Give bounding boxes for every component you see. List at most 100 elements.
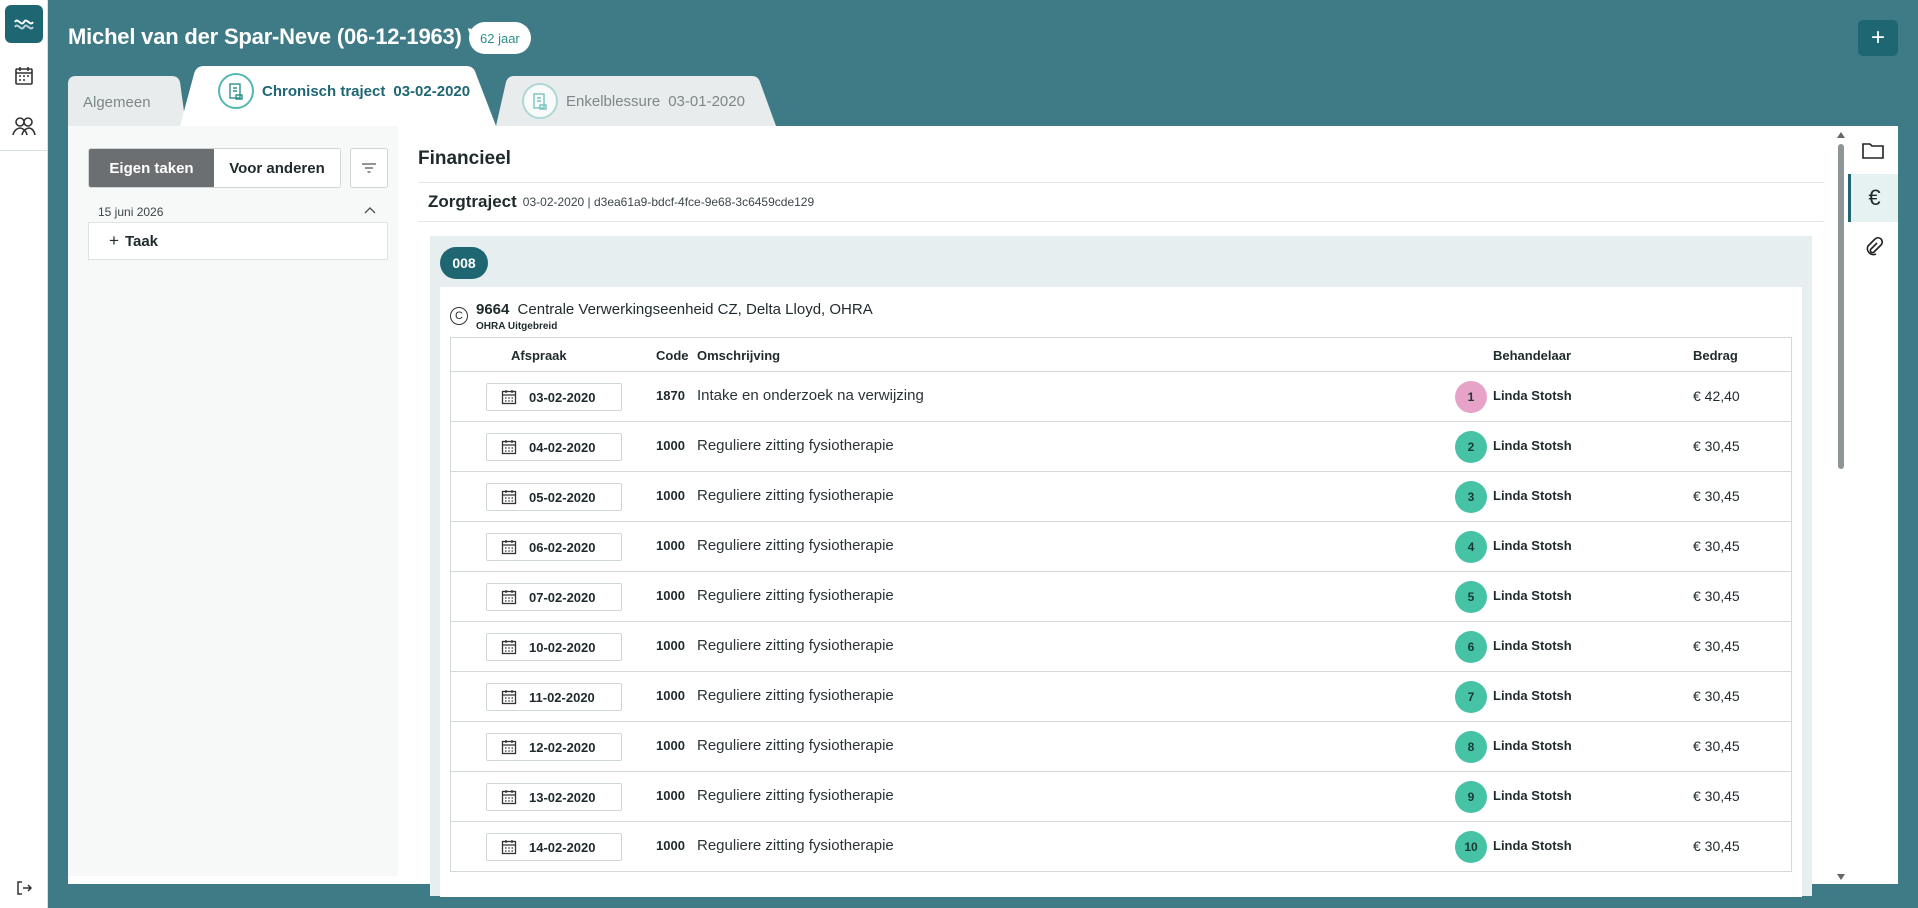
treatment-code: 1000 [656, 638, 685, 653]
treatment-description: Intake en onderzoek na verwijzing [697, 387, 924, 404]
scrollbar-thumb[interactable] [1838, 144, 1844, 469]
document-icon [522, 83, 558, 119]
insurer-plan: OHRA Uitgebreid [476, 321, 558, 332]
table-row: 05-02-2020 1000 Reguliere zitting fysiothe… [451, 472, 1791, 522]
insurer-code: 9664 [476, 301, 510, 318]
tab-enkelblessure[interactable]: Enkelblessure 03-01-2020 [496, 76, 776, 126]
practitioner-name: Linda Stotsh [1493, 788, 1572, 803]
treatment-description: Reguliere zitting fysiotherapie [697, 587, 894, 604]
euro-icon: € [1868, 185, 1881, 210]
treatment-description: Reguliere zitting fysiotherapie [697, 737, 894, 754]
treatment-code: 1000 [656, 838, 685, 853]
folder-button[interactable] [1848, 126, 1898, 174]
appointment-date-button[interactable]: 04-02-2020 [486, 433, 622, 461]
appointment-date-button[interactable]: 03-02-2020 [486, 383, 622, 411]
treatment-code: 1000 [656, 488, 685, 503]
col-afspraak: Afspraak [511, 348, 567, 363]
tasks-panel: Eigen taken Voor anderen 15 juni 2026 + … [68, 126, 398, 876]
copyright-icon: C [450, 307, 468, 325]
calendar-icon [501, 640, 517, 655]
appointment-date-button[interactable]: 12-02-2020 [486, 733, 622, 761]
patients-icon[interactable] [10, 112, 38, 140]
amount: € 30,45 [1693, 538, 1740, 554]
amount: € 42,40 [1693, 388, 1740, 404]
others-tasks-button[interactable]: Voor anderen [214, 149, 340, 187]
group-badge: 008 [440, 247, 488, 279]
attachments-button[interactable] [1848, 222, 1898, 270]
calendar-icon [501, 390, 517, 405]
treatment-description: Reguliere zitting fysiotherapie [697, 837, 894, 854]
table-header: Afspraak Code Omschrijving Behandelaar B… [451, 338, 1791, 372]
filter-button[interactable] [350, 148, 388, 188]
tab-label: Enkelblessure [566, 92, 661, 110]
plus-icon: + [1870, 24, 1885, 51]
amount: € 30,45 [1693, 438, 1740, 454]
appointment-date-button[interactable]: 11-02-2020 [486, 683, 622, 711]
scroll-down-icon [1837, 874, 1845, 880]
tab-chronisch-traject[interactable]: Chronisch traject 03-02-2020 [180, 66, 496, 126]
amount: € 30,45 [1693, 638, 1740, 654]
session-number-badge: 9 [1455, 781, 1487, 813]
add-button[interactable]: + [1858, 20, 1898, 56]
practitioner-name: Linda Stotsh [1493, 538, 1572, 553]
appointment-date-button[interactable]: 13-02-2020 [486, 783, 622, 811]
appointment-date-button[interactable]: 06-02-2020 [486, 533, 622, 561]
col-omschrijving: Omschrijving [697, 348, 781, 363]
session-number-badge: 7 [1455, 681, 1487, 713]
add-task-button[interactable]: + Taak [88, 222, 388, 260]
session-number-badge: 2 [1455, 431, 1487, 463]
treatment-code: 1000 [656, 688, 685, 703]
appointment-date: 13-02-2020 [529, 789, 596, 805]
treatment-code: 1000 [656, 538, 685, 553]
paperclip-icon [1866, 236, 1883, 256]
section-title: Financieel [418, 148, 511, 169]
app-logo-icon[interactable] [5, 5, 43, 43]
session-number-badge: 3 [1455, 481, 1487, 513]
treatment-description: Reguliere zitting fysiotherapie [697, 637, 894, 654]
appointment-date: 14-02-2020 [529, 839, 596, 855]
practitioner-name: Linda Stotsh [1493, 438, 1572, 453]
treatment-code: 1000 [656, 788, 685, 803]
appointment-date-button[interactable]: 14-02-2020 [486, 833, 622, 861]
session-number-badge: 10 [1455, 831, 1487, 863]
tab-date: 03-01-2020 [668, 92, 745, 110]
calendar-icon [501, 590, 517, 605]
folder-icon [1862, 143, 1884, 159]
practitioner-name: Linda Stotsh [1493, 838, 1572, 853]
calendar-icon [501, 440, 517, 455]
appointment-date: 11-02-2020 [529, 689, 595, 705]
scrollbar[interactable] [1836, 130, 1846, 882]
appointment-date: 06-02-2020 [529, 539, 596, 555]
table-row: 12-02-2020 1000 Reguliere zitting fysiothe… [451, 722, 1791, 772]
tab-label: Chronisch traject [262, 82, 386, 100]
insurer-card: C 9664 Centrale Verwerkingseenheid CZ, D… [440, 287, 1802, 897]
finance-button[interactable]: € [1848, 174, 1898, 222]
declaration-group: 008 C 9664 Centrale Verwerkingseenheid C… [430, 236, 1812, 897]
scroll-up-icon [1837, 132, 1845, 138]
amount: € 30,45 [1693, 788, 1740, 804]
calendar-icon[interactable] [10, 62, 38, 90]
amount: € 30,45 [1693, 588, 1740, 604]
treatment-code: 1000 [656, 438, 685, 453]
appointment-date: 05-02-2020 [529, 489, 596, 505]
treatment-description: Reguliere zitting fysiotherapie [697, 437, 894, 454]
left-rail [0, 0, 48, 908]
side-panel: € [1848, 126, 1898, 884]
appointment-date-button[interactable]: 10-02-2020 [486, 633, 622, 661]
own-tasks-button[interactable]: Eigen taken [89, 149, 214, 187]
task-filter-segment: Eigen taken Voor anderen [88, 148, 341, 188]
main-panel: Eigen taken Voor anderen 15 juni 2026 + … [68, 126, 1898, 897]
task-date-heading: 15 juni 2026 [98, 205, 164, 219]
logout-icon[interactable] [10, 874, 38, 902]
table-row: 14-02-2020 1000 Reguliere zitting fysiothe… [451, 822, 1791, 872]
plus-icon: + [109, 231, 119, 250]
appointment-date-button[interactable]: 07-02-2020 [486, 583, 622, 611]
tab-algemeen[interactable]: Algemeen [68, 76, 186, 126]
practitioner-name: Linda Stotsh [1493, 588, 1572, 603]
col-code: Code [656, 348, 689, 363]
patient-title: Michel van der Spar-Neve (06-12-1963) V [68, 24, 483, 49]
treatment-description: Reguliere zitting fysiotherapie [697, 487, 894, 504]
practitioner-name: Linda Stotsh [1493, 488, 1572, 503]
treatment-description: Reguliere zitting fysiotherapie [697, 537, 894, 554]
appointment-date-button[interactable]: 05-02-2020 [486, 483, 622, 511]
